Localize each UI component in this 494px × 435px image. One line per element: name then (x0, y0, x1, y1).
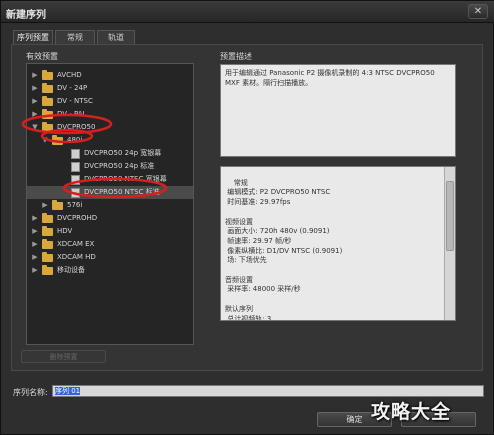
new-sequence-dialog: 新建序列 ✕ 序列预置 常规 轨道 有效预置 预置描述 ▶ AVCHD ▶ DV - … (0, 0, 494, 435)
red-annotation-marks (21, 113, 168, 199)
watermark: 攻略大全 (371, 401, 452, 423)
annotation-circle-ntsc-standard (62, 177, 168, 199)
